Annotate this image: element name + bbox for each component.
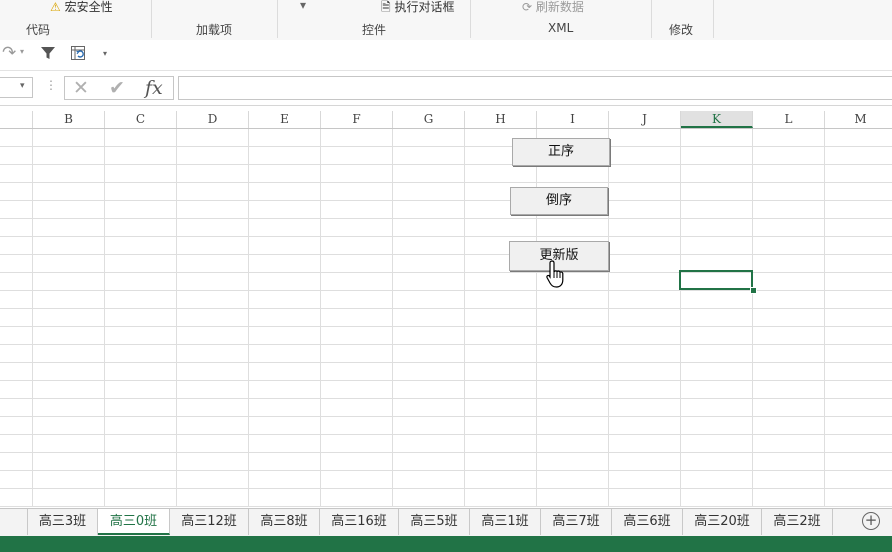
group-separator bbox=[151, 0, 152, 38]
column-header-selected[interactable]: K bbox=[681, 111, 753, 128]
hand-pointer-icon bbox=[546, 260, 564, 288]
run-dialog-button[interactable]: 🗎 执行对话框 bbox=[381, 0, 455, 19]
macro-security-button[interactable]: ⚠ 宏安全性 bbox=[50, 0, 113, 15]
formula-bar: ▾ ⋮ ✕ ✔ fx bbox=[0, 71, 892, 106]
sheet-tab[interactable]: 高三1班 bbox=[470, 509, 541, 535]
redo-dropdown-icon[interactable]: ▾ bbox=[20, 47, 24, 56]
customize-toolbar-icon[interactable]: ▾ bbox=[103, 49, 107, 58]
status-bar bbox=[0, 536, 892, 552]
grid-line bbox=[176, 129, 177, 507]
column-header[interactable]: B bbox=[33, 111, 105, 128]
formula-input[interactable] bbox=[178, 76, 892, 100]
column-header[interactable]: H bbox=[465, 111, 537, 128]
column-header[interactable]: G bbox=[393, 111, 465, 128]
grid-line bbox=[248, 129, 249, 507]
name-box-dropdown-icon[interactable]: ▾ bbox=[20, 81, 25, 91]
pivot-refresh-icon[interactable] bbox=[70, 45, 86, 61]
run-dialog-label: 执行对话框 bbox=[394, 0, 455, 14]
cancel-icon[interactable]: ✕ bbox=[73, 77, 89, 99]
add-sheet-icon[interactable]: + bbox=[862, 512, 880, 530]
grid-line bbox=[680, 129, 681, 507]
grid-line bbox=[392, 129, 393, 507]
insert-function-icon[interactable]: fx bbox=[145, 77, 163, 99]
column-header-a-partial[interactable] bbox=[0, 111, 33, 128]
grid-line bbox=[752, 129, 753, 507]
controls-dropdown-icon[interactable]: ▾ bbox=[300, 0, 306, 12]
grid-line bbox=[824, 129, 825, 507]
warning-icon: ⚠ bbox=[50, 0, 61, 14]
fill-handle[interactable] bbox=[750, 287, 757, 294]
group-separator bbox=[277, 0, 278, 38]
column-header[interactable]: C bbox=[105, 111, 177, 128]
quick-access-toolbar: ↷ ▾ ▾ bbox=[0, 40, 892, 71]
formula-tools: ✕ ✔ fx bbox=[64, 76, 174, 100]
macro-security-label: 宏安全性 bbox=[64, 0, 113, 14]
grid-line bbox=[536, 129, 537, 507]
enter-check-icon[interactable]: ✔ bbox=[109, 77, 125, 99]
ribbon: ⚠ 宏安全性 ▾ 🗎 执行对话框 ⟳ 刷新数据 代码 加载项 控件 XML 修改 bbox=[0, 0, 892, 41]
group-label-code: 代码 bbox=[26, 23, 51, 37]
group-label-controls: 控件 bbox=[362, 23, 387, 37]
column-header[interactable]: I bbox=[537, 111, 609, 128]
column-headers: B C D E F G H I J K L M bbox=[0, 111, 892, 129]
redo-icon[interactable]: ↷ bbox=[2, 43, 16, 63]
sheet-tab[interactable]: 高三2班 bbox=[762, 509, 833, 535]
group-label-addins: 加载项 bbox=[196, 23, 233, 37]
sheet-tab[interactable]: 高三20班 bbox=[683, 509, 762, 535]
grid-line bbox=[32, 129, 33, 507]
refresh-data-label: 刷新数据 bbox=[535, 0, 584, 14]
sheet-tab[interactable]: 高三7班 bbox=[541, 509, 612, 535]
column-header[interactable]: L bbox=[753, 111, 825, 128]
document-icon: 🗎 bbox=[381, 0, 391, 14]
sort-descending-button[interactable]: 倒序 bbox=[510, 187, 608, 215]
grid-line bbox=[464, 129, 465, 507]
sheet-tabs-bar: 高三3班 高三0班 高三12班 高三8班 高三16班 高三5班 高三1班 高三7… bbox=[0, 508, 892, 537]
sheet-tab[interactable]: 高三12班 bbox=[170, 509, 249, 535]
column-header[interactable]: E bbox=[249, 111, 321, 128]
grid-line bbox=[320, 129, 321, 507]
column-header[interactable]: D bbox=[177, 111, 249, 128]
refresh-icon: ⟳ bbox=[522, 0, 533, 14]
filter-icon[interactable] bbox=[40, 45, 56, 61]
sort-ascending-button[interactable]: 正序 bbox=[512, 138, 610, 166]
column-header[interactable]: J bbox=[609, 111, 681, 128]
sheet-tab[interactable]: 高三16班 bbox=[320, 509, 399, 535]
vertical-ellipsis-icon[interactable]: ⋮ bbox=[45, 78, 57, 92]
group-separator bbox=[713, 0, 714, 38]
sheet-tab[interactable]: 高三3班 bbox=[28, 509, 98, 535]
sheet-tab[interactable]: 高三5班 bbox=[399, 509, 470, 535]
grid-line bbox=[608, 129, 609, 507]
sheet-tab-active[interactable]: 高三0班 bbox=[98, 509, 170, 535]
group-separator bbox=[470, 0, 471, 38]
name-box[interactable]: ▾ bbox=[0, 77, 33, 98]
group-label-xml: XML bbox=[548, 21, 574, 35]
column-header[interactable]: M bbox=[825, 111, 892, 128]
group-separator bbox=[651, 0, 652, 38]
selected-cell[interactable] bbox=[679, 270, 753, 290]
sheet-tab[interactable]: 高三6班 bbox=[612, 509, 683, 535]
sheet-tab[interactable]: 高三8班 bbox=[249, 509, 320, 535]
worksheet-grid[interactable]: 正序 倒序 更新版 bbox=[0, 129, 892, 507]
column-header[interactable]: F bbox=[321, 111, 393, 128]
tab-scroll-area[interactable] bbox=[0, 509, 28, 535]
grid-line bbox=[104, 129, 105, 507]
refresh-data-button[interactable]: ⟳ 刷新数据 bbox=[522, 0, 584, 15]
group-label-modify: 修改 bbox=[669, 23, 694, 37]
